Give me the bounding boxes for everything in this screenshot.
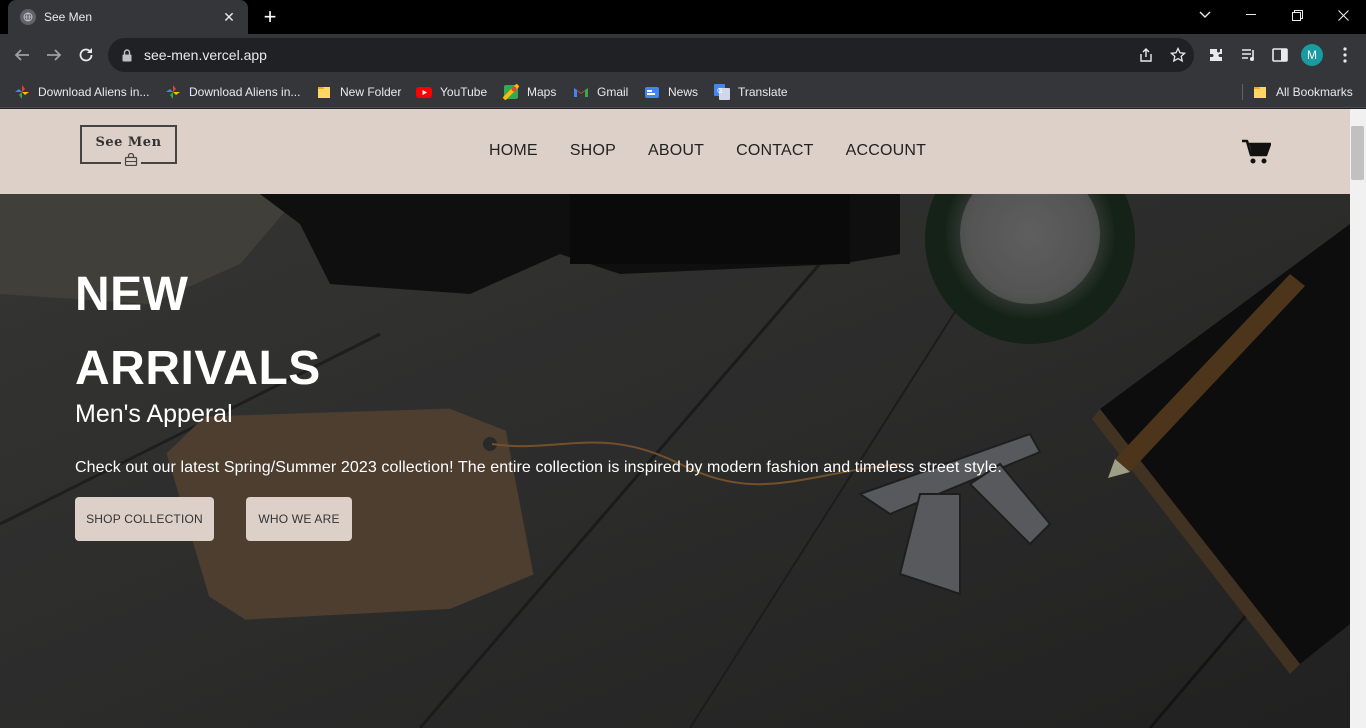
browser-toolbar: see-men.vercel.app M	[0, 34, 1366, 76]
bookmark-label: YouTube	[440, 85, 488, 99]
tab-search-icon[interactable]	[1182, 0, 1228, 30]
folder-icon	[1252, 84, 1268, 100]
scrollbar-thumb[interactable]	[1351, 126, 1364, 180]
hero-subtitle: Men's Apperal	[75, 400, 233, 428]
youtube-icon	[416, 84, 432, 100]
pinwheel-icon	[165, 84, 181, 100]
bookmark-label: Gmail	[597, 85, 629, 99]
bookmark-item[interactable]: Download Aliens in...	[165, 82, 300, 102]
extensions-icon[interactable]	[1202, 41, 1230, 69]
new-tab-icon[interactable]: +	[258, 5, 282, 29]
bookmark-star-icon[interactable]	[1162, 39, 1194, 71]
svg-text:G: G	[717, 87, 722, 95]
nav-about[interactable]: ABOUT	[648, 142, 704, 160]
reload-icon[interactable]	[73, 42, 99, 68]
all-bookmarks-folder[interactable]: All Bookmarks	[1252, 82, 1353, 102]
cart-icon[interactable]	[1241, 139, 1272, 165]
browser-tab[interactable]: See Men ✕	[8, 0, 248, 34]
who-we-are-button[interactable]: WHO WE ARE	[246, 497, 352, 541]
side-panel-icon[interactable]	[1266, 41, 1294, 69]
url-text[interactable]: see-men.vercel.app	[144, 47, 1130, 63]
bookmarks-bar: Download Aliens in... Download Aliens in…	[0, 76, 1366, 108]
back-icon[interactable]	[9, 42, 35, 68]
translate-icon: G	[714, 84, 730, 100]
bookmarks-separator	[1242, 84, 1243, 100]
bookmark-item[interactable]: G Translate	[714, 82, 788, 102]
bookmark-label: Download Aliens in...	[38, 85, 150, 99]
bookmark-item[interactable]: News	[644, 82, 698, 102]
share-icon[interactable]	[1130, 39, 1162, 71]
site-header: See Men HOME SHOP ABOUT CONTACT ACCOUNT	[0, 109, 1350, 194]
restore-icon[interactable]	[1274, 0, 1320, 30]
more-menu-icon[interactable]	[1331, 41, 1359, 69]
folder-icon	[316, 84, 332, 100]
maps-icon	[502, 83, 520, 101]
news-icon	[644, 84, 660, 100]
bookmark-item[interactable]: Maps	[502, 82, 557, 102]
profile-avatar[interactable]: M	[1301, 44, 1323, 66]
globe-icon	[20, 9, 36, 25]
pinwheel-icon	[14, 84, 30, 100]
bookmark-label: Translate	[738, 85, 788, 99]
hero-title: NEW ARRIVALS	[75, 258, 321, 406]
close-window-icon[interactable]	[1320, 0, 1366, 30]
hero-title-line1: NEW	[75, 268, 189, 321]
bookmark-item[interactable]: YouTube	[416, 82, 487, 102]
minimize-icon[interactable]	[1228, 0, 1274, 30]
bookmark-label: New Folder	[340, 85, 402, 99]
hero-description: Check out our latest Spring/Summer 2023 …	[75, 459, 1002, 476]
shopping-bag-icon	[121, 152, 141, 171]
nav-home[interactable]: HOME	[489, 142, 538, 160]
nav-account[interactable]: ACCOUNT	[846, 142, 927, 160]
close-tab-icon[interactable]: ✕	[220, 9, 238, 26]
tab-title: See Men	[44, 10, 93, 24]
hero-title-line2: ARRIVALS	[75, 342, 321, 395]
main-nav: HOME SHOP ABOUT CONTACT ACCOUNT	[489, 142, 958, 160]
bookmark-label: Download Aliens in...	[189, 85, 301, 99]
bookmark-label: Maps	[527, 85, 557, 99]
forward-icon[interactable]	[41, 42, 67, 68]
bookmark-item[interactable]: Download Aliens in...	[14, 82, 149, 102]
site-logo[interactable]: See Men	[80, 125, 177, 171]
tab-strip: See Men ✕ +	[0, 0, 1366, 34]
nav-contact[interactable]: CONTACT	[736, 142, 814, 160]
page-scrollbar[interactable]	[1350, 109, 1366, 728]
lock-icon[interactable]	[120, 48, 134, 62]
bookmark-item[interactable]: Gmail	[573, 82, 628, 102]
gmail-icon	[573, 84, 589, 100]
nav-shop[interactable]: SHOP	[570, 142, 616, 160]
address-bar[interactable]: see-men.vercel.app	[108, 38, 1194, 72]
bookmark-label: News	[668, 85, 699, 99]
media-controls-icon[interactable]	[1235, 41, 1263, 69]
shop-collection-button[interactable]: SHOP COLLECTION	[75, 497, 214, 541]
page-viewport: See Men HOME SHOP ABOUT CONTACT ACCOUNT	[0, 109, 1350, 728]
bookmark-label: All Bookmarks	[1276, 85, 1353, 99]
hero-banner: NEW ARRIVALS Men's Apperal Check out our…	[0, 194, 1350, 728]
bookmark-folder[interactable]: New Folder	[316, 82, 401, 102]
